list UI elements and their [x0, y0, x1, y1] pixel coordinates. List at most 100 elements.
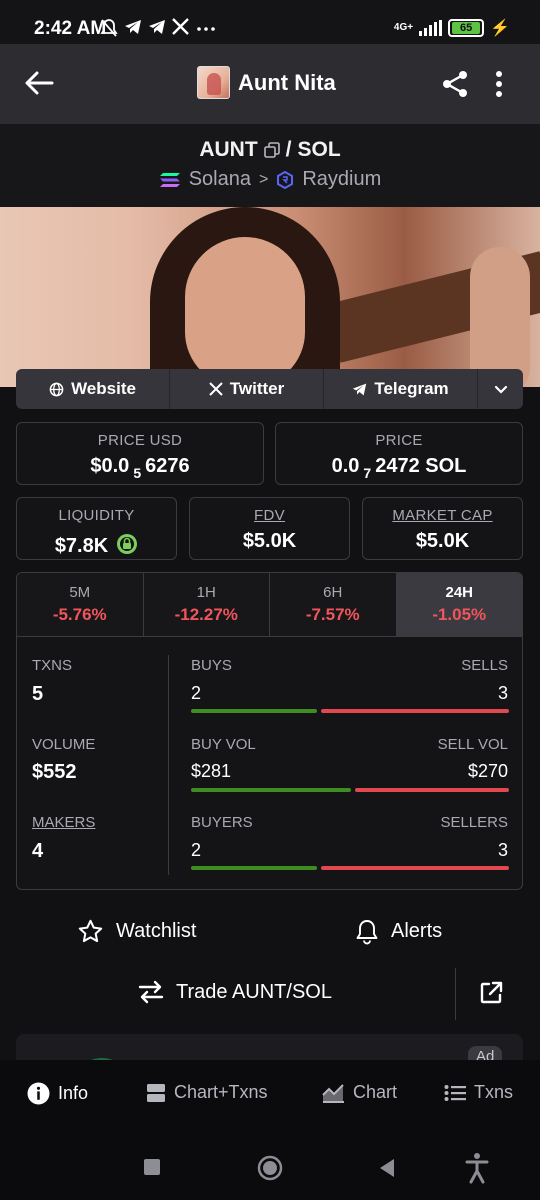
- nav-txns[interactable]: Txns: [444, 1082, 513, 1103]
- tab-24h-label: 24H: [445, 584, 474, 601]
- token-avatar: [197, 66, 230, 99]
- tab-6h[interactable]: 6H -7.57%: [270, 573, 397, 636]
- info-icon: [27, 1082, 50, 1105]
- buys-bar: [191, 709, 317, 713]
- area-chart-icon: [322, 1083, 344, 1103]
- buy-vol-value: $281: [191, 761, 232, 781]
- price-usd-zero-count: 5: [133, 465, 142, 481]
- back-arrow-icon[interactable]: [22, 66, 56, 100]
- volume-value: $552: [32, 761, 77, 783]
- buy-vol-bar: [191, 788, 351, 792]
- recents-icon[interactable]: [143, 1158, 161, 1176]
- makers-label[interactable]: MAKERS: [32, 814, 95, 831]
- nav-info[interactable]: Info: [27, 1082, 88, 1105]
- status-time: 2:42 AM: [34, 18, 107, 39]
- price-usd-value: $0.0 5 6276: [17, 455, 263, 481]
- token-title: Aunt Nita: [197, 66, 336, 99]
- network-type: 4G+: [393, 22, 414, 33]
- timeframe-tabs: 5M -5.76% 1H -12.27% 6H -7.57% 24H -1.05…: [16, 572, 523, 636]
- bottom-navigation: Info Chart+Txns Chart Txns: [0, 1060, 540, 1134]
- banner-figure-hand: [470, 247, 530, 387]
- accessibility-icon[interactable]: [465, 1152, 489, 1184]
- fdv-box[interactable]: FDV $5.0K: [189, 497, 350, 560]
- txns-value: 5: [32, 683, 44, 705]
- transactions-panel: TXNS 5 VOLUME $552 MAKERS 4 BUYS SELLS 2…: [16, 636, 523, 890]
- token-banner-image: [0, 207, 540, 387]
- alerts-label: Alerts: [391, 920, 443, 942]
- globe-icon: [49, 382, 64, 396]
- chain-name[interactable]: Solana: [189, 168, 251, 191]
- home-icon[interactable]: [257, 1155, 283, 1181]
- market-cap-label: MARKET CAP: [392, 507, 493, 524]
- tab-5m-label: 5M: [69, 584, 91, 601]
- nav-chart-label: Chart: [353, 1082, 398, 1102]
- alerts-button[interactable]: Alerts: [355, 918, 442, 945]
- chevron-down-icon: [494, 385, 507, 394]
- pair-separator: /: [285, 138, 292, 161]
- liquidity-value-wrap: $7.8K: [17, 530, 176, 558]
- star-icon: [78, 919, 103, 943]
- external-link-icon[interactable]: [478, 980, 504, 1006]
- swap-arrows-icon: [138, 980, 164, 1004]
- price-usd-prefix: $0.0: [90, 455, 130, 477]
- more-links-button[interactable]: [478, 369, 523, 409]
- buy-vol-label: BUY VOL: [191, 736, 256, 753]
- more-dots-icon: [197, 27, 215, 31]
- trade-button[interactable]: Trade AUNT/SOL: [138, 980, 332, 1004]
- share-icon[interactable]: [440, 69, 470, 99]
- telegram-icon: [125, 20, 141, 34]
- copy-icon[interactable]: [263, 142, 280, 158]
- tab-5m[interactable]: 5M -5.76%: [17, 573, 144, 636]
- price-prefix: 0.0: [331, 455, 360, 477]
- nav-chart[interactable]: Chart: [322, 1082, 397, 1103]
- price-zero-count: 7: [363, 465, 372, 481]
- tab-6h-label: 6H: [323, 584, 343, 601]
- tab-1h-change: -12.27%: [174, 605, 238, 624]
- charging-icon: ⚡: [490, 20, 510, 37]
- watchlist-button[interactable]: Watchlist: [77, 918, 196, 945]
- social-links: Website Twitter Telegram: [16, 369, 523, 409]
- raydium-icon: [277, 170, 294, 189]
- nav-chart-txns[interactable]: Chart+Txns: [146, 1082, 268, 1103]
- price-usd-box: PRICE USD $0.0 5 6276: [16, 422, 264, 485]
- x-icon: [172, 18, 189, 35]
- price-digits: 2472 SOL: [375, 455, 467, 477]
- lock-icon[interactable]: [116, 533, 138, 555]
- price-value: 0.0 7 2472 SOL: [276, 455, 522, 481]
- sell-vol-value: $270: [467, 761, 508, 781]
- split-view-icon: [147, 1083, 165, 1102]
- website-label: Website: [71, 379, 136, 398]
- page-title: Aunt Nita: [238, 69, 336, 95]
- sell-vol-label: SELL VOL: [437, 736, 508, 753]
- battery-icon: 65: [448, 19, 485, 37]
- nav-chart-txns-label: Chart+Txns: [174, 1082, 268, 1102]
- app-header: Aunt Nita: [0, 44, 540, 124]
- status-system-icons: 4G+ 65 ⚡: [394, 18, 510, 38]
- makers-value: 4: [32, 840, 44, 862]
- tab-6h-change: -7.57%: [305, 605, 360, 624]
- system-navigation-bar: [0, 1128, 540, 1200]
- txns-label: TXNS: [32, 657, 73, 674]
- chain-dex-breadcrumb: Solana > Raydium: [0, 168, 540, 191]
- price-box: PRICE 0.0 7 2472 SOL: [275, 422, 523, 485]
- tab-24h[interactable]: 24H -1.05%: [396, 573, 522, 636]
- sells-label: SELLS: [461, 657, 508, 674]
- nav-txns-label: Txns: [474, 1082, 514, 1102]
- buys-label: BUYS: [191, 657, 232, 674]
- trade-divider: [455, 968, 456, 1020]
- sells-value: 3: [497, 683, 508, 703]
- breadcrumb-arrow: >: [259, 170, 269, 188]
- more-vertical-icon[interactable]: [486, 68, 512, 100]
- liquidity-value: $7.8K: [54, 535, 109, 557]
- price-usd-digits: 6276: [145, 455, 190, 477]
- back-triangle-icon[interactable]: [378, 1158, 396, 1178]
- tab-1h[interactable]: 1H -12.27%: [143, 573, 270, 636]
- telegram-button[interactable]: Telegram: [324, 369, 478, 409]
- twitter-button[interactable]: Twitter: [170, 369, 324, 409]
- website-button[interactable]: Website: [16, 369, 170, 409]
- solana-icon: [159, 172, 180, 187]
- dex-name[interactable]: Raydium: [302, 168, 381, 191]
- status-notification-icons: [100, 18, 217, 38]
- market-cap-box[interactable]: MARKET CAP $5.0K: [362, 497, 523, 560]
- sells-bar: [321, 709, 509, 713]
